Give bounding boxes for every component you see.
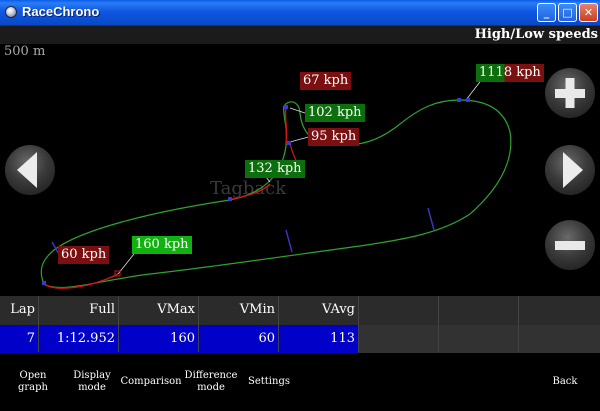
header-empty xyxy=(518,296,600,324)
zoom-out-button[interactable] xyxy=(545,220,595,270)
zoom-in-button[interactable] xyxy=(545,68,595,118)
speed-label-overlap: 1118 kph xyxy=(476,64,544,82)
header-strip: High/Low speeds xyxy=(0,26,600,44)
speed-label-102: 102 kph xyxy=(305,104,365,122)
app-icon xyxy=(5,6,17,18)
minus-icon xyxy=(555,241,585,250)
cell-empty xyxy=(438,325,518,353)
column-divider xyxy=(438,296,439,352)
back-button[interactable]: Back xyxy=(540,353,590,411)
comparison-button[interactable]: Comparison xyxy=(120,353,182,411)
cell-empty xyxy=(518,325,600,353)
header-empty xyxy=(358,296,438,324)
speed-label-132: 132 kph xyxy=(245,160,305,178)
window-title: RaceChrono xyxy=(22,4,100,19)
header-empty xyxy=(438,296,518,324)
racechrono-window: RaceChrono _ □ ✕ High/Low speeds 500 m T… xyxy=(0,0,600,411)
next-button[interactable] xyxy=(545,145,595,195)
speed-label-60: 60 kph xyxy=(58,246,110,264)
column-divider xyxy=(38,296,39,352)
title-bar[interactable]: RaceChrono _ □ ✕ xyxy=(0,0,600,26)
header-full: Full xyxy=(89,302,115,317)
cell-vmax: 160 xyxy=(118,325,198,353)
cell-full: 1:12.952 xyxy=(38,325,118,353)
open-graph-button[interactable]: Open graph xyxy=(8,353,58,411)
triangle-right-icon xyxy=(563,152,583,188)
column-divider xyxy=(118,296,119,352)
settings-button[interactable]: Settings xyxy=(242,353,296,411)
cell-vmin: 60 xyxy=(198,325,278,353)
track-map[interactable]: 500 m Tagback 67 kph 102 kph 95 kph 132 … xyxy=(0,44,600,296)
minimize-button[interactable]: _ xyxy=(537,3,556,22)
header-vmin: VMin xyxy=(239,302,275,317)
speed-label-67: 67 kph xyxy=(300,72,352,90)
column-divider xyxy=(518,296,519,352)
column-divider xyxy=(278,296,279,352)
maximize-button[interactable]: □ xyxy=(558,3,577,22)
speed-mode-label[interactable]: High/Low speeds xyxy=(475,26,598,43)
cell-empty xyxy=(358,325,438,353)
cell-lap: 7 xyxy=(0,325,38,353)
header-lap: Lap xyxy=(10,302,35,317)
speed-label-95: 95 kph xyxy=(308,128,360,146)
bottom-toolbar: Open graph Display mode Comparison Diffe… xyxy=(0,353,600,411)
header-vmax: VMax xyxy=(157,302,195,317)
previous-button[interactable] xyxy=(5,145,55,195)
close-button[interactable]: ✕ xyxy=(579,3,598,22)
header-vavg: VAvg xyxy=(321,302,355,317)
triangle-left-icon xyxy=(17,152,37,188)
table-row[interactable]: 7 1:12.952 160 60 113 xyxy=(0,325,600,353)
table-header: Lap Full VMax VMin VAvg xyxy=(0,296,600,324)
lap-table: Lap Full VMax VMin VAvg 7 1:12.952 160 6… xyxy=(0,296,600,353)
speed-label-160: 160 kph xyxy=(132,236,192,254)
column-divider xyxy=(198,296,199,352)
display-mode-button[interactable]: Display mode xyxy=(66,353,118,411)
plus-icon xyxy=(555,78,585,108)
difference-mode-button[interactable]: Difference mode xyxy=(184,353,238,411)
cell-vavg: 113 xyxy=(278,325,358,353)
column-divider xyxy=(358,296,359,352)
